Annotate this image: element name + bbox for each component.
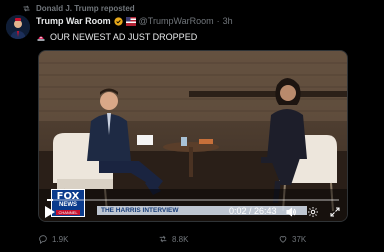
- post-text: OUR NEWEST AD JUST DROPPED: [36, 31, 197, 42]
- settings-button[interactable]: [307, 206, 319, 218]
- like-icon: [279, 236, 287, 243]
- post-time[interactable]: 3h: [223, 16, 233, 26]
- repost-indicator[interactable]: Donald J. Trump reposted: [22, 3, 135, 13]
- like-count: 37K: [292, 234, 307, 244]
- video-player[interactable]: FOX NEWS CHANNEL THE HARRIS INTERVIEW 0:…: [38, 50, 348, 222]
- settings-gear-icon: [308, 207, 318, 217]
- play-button[interactable]: [45, 206, 55, 218]
- repost-icon: [159, 235, 167, 243]
- video-timecode: 0:02 / 26:43: [229, 206, 277, 216]
- author-handle[interactable]: @TrumpWarRoom: [139, 16, 214, 26]
- progress-bar[interactable]: [47, 199, 339, 201]
- verified-badge-icon: [114, 16, 123, 26]
- expand-icon: [330, 207, 340, 217]
- like-button[interactable]: 37K: [278, 232, 306, 246]
- siren-icon: [37, 36, 45, 41]
- fullscreen-button[interactable]: [329, 206, 341, 218]
- video-controls: 0:02 / 26:43: [39, 197, 347, 221]
- reply-icon: [39, 235, 47, 244]
- repost-icon: [23, 5, 30, 11]
- avatar-image: [6, 15, 30, 39]
- repost-count: 8.8K: [172, 234, 189, 244]
- repost-label: Donald J. Trump reposted: [36, 3, 135, 13]
- volume-button[interactable]: [285, 206, 297, 218]
- flag-icon: [125, 16, 136, 26]
- reply-count: 1.9K: [52, 234, 69, 244]
- post-header: Trump War Room @TrumpWarRoom · 3h: [36, 15, 233, 27]
- avatar[interactable]: [6, 15, 30, 39]
- reply-button[interactable]: 1.9K: [38, 232, 68, 246]
- progress-bar-fill: [47, 199, 53, 201]
- play-icon: [45, 206, 55, 218]
- post-text-content: OUR NEWEST AD JUST DROPPED: [50, 31, 198, 42]
- post-actions: 1.9K 8.8K 37K: [0, 232, 384, 246]
- author-name[interactable]: Trump War Room: [36, 16, 111, 26]
- separator-dot: ·: [216, 16, 220, 26]
- volume-icon: [286, 207, 296, 217]
- repost-button[interactable]: 8.8K: [158, 232, 188, 246]
